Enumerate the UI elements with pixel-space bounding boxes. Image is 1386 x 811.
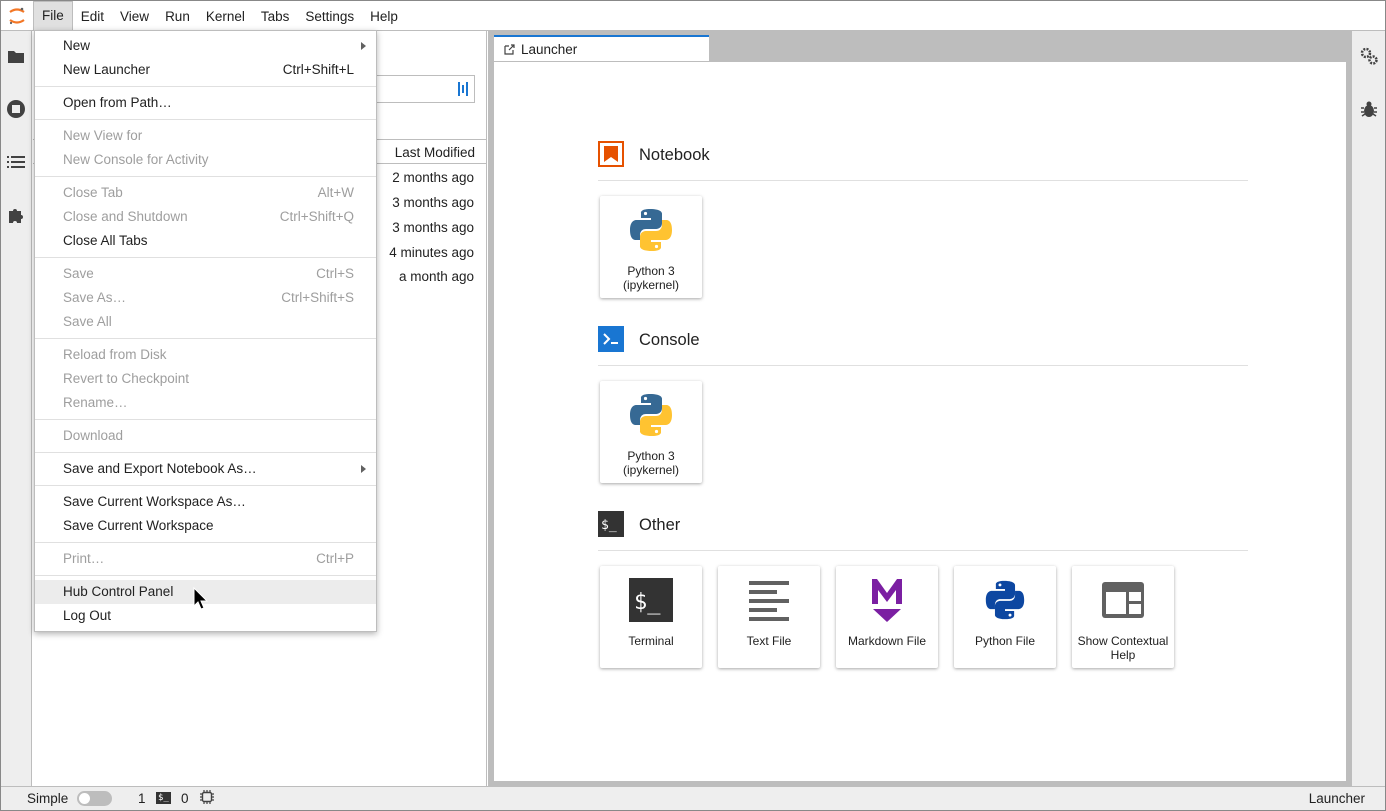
- launcher-panel: Notebook Python 3 (ipykernel) Console Py…: [494, 61, 1346, 781]
- card-label: Python 3 (ipykernel): [622, 264, 679, 292]
- section-title: Console: [639, 331, 700, 349]
- menu-item-reload-from-disk: Reload from Disk: [63, 347, 167, 362]
- gears-icon[interactable]: [1358, 45, 1380, 67]
- submenu-arrow-icon: [361, 465, 366, 473]
- menu-item-new-view: New View for: [63, 128, 143, 143]
- stop-circle-icon[interactable]: [5, 98, 27, 120]
- section-other: $_ Other: [598, 511, 1248, 551]
- section-title: Other: [639, 516, 681, 534]
- text-file-icon: [745, 576, 793, 624]
- svg-text:$_: $_: [634, 590, 661, 615]
- left-sidebar: [1, 31, 32, 786]
- main-dock-area: Launcher Notebook Python 3 (ipykernel) C…: [488, 31, 1351, 786]
- menu-item-download: Download: [63, 428, 124, 443]
- card-label: Text File: [746, 634, 792, 648]
- python-logo-icon: [627, 391, 675, 439]
- card-python3-console[interactable]: Python 3 (ipykernel): [600, 381, 702, 483]
- submenu-arrow-icon: [361, 42, 366, 50]
- contextual-help-icon: [1099, 576, 1147, 624]
- menu-run[interactable]: Run: [157, 2, 198, 30]
- svg-text:$_: $_: [601, 518, 617, 533]
- python-logo-icon: [627, 206, 675, 254]
- notebook-icon: [598, 141, 624, 167]
- card-label: Python File: [974, 634, 1036, 648]
- terminal-icon: $_: [598, 511, 624, 537]
- card-python-file[interactable]: Python File: [954, 566, 1056, 668]
- card-markdown-file[interactable]: Markdown File: [836, 566, 938, 668]
- list-icon[interactable]: [5, 151, 27, 173]
- menu-item-new[interactable]: New: [35, 34, 376, 58]
- puzzle-icon[interactable]: [5, 204, 27, 226]
- card-label: Python 3 (ipykernel): [622, 449, 679, 477]
- right-sidebar: [1351, 31, 1385, 786]
- menu-view[interactable]: View: [112, 2, 157, 30]
- file-menu-dropdown: New New Launcher Ctrl+Shift+L Open from P…: [34, 30, 377, 632]
- simple-mode-label: Simple: [27, 791, 69, 806]
- menu-settings[interactable]: Settings: [297, 2, 362, 30]
- menu-file[interactable]: File: [33, 0, 73, 31]
- menu-item-save-all: Save All: [63, 314, 112, 329]
- filter-icon: [458, 82, 468, 96]
- menu-tabs[interactable]: Tabs: [253, 2, 298, 30]
- menu-item-revert-to-checkpoint: Revert to Checkpoint: [63, 371, 190, 386]
- menu-item-save-workspace-as[interactable]: Save Current Workspace As…: [35, 490, 376, 514]
- menu-edit[interactable]: Edit: [73, 2, 112, 30]
- menu-item-save: Save Ctrl+S: [63, 266, 354, 281]
- menu-item-close-and-shutdown: Close and Shutdown Ctrl+Shift+Q: [63, 209, 354, 224]
- bug-icon[interactable]: [1358, 98, 1380, 120]
- card-label: Terminal: [628, 634, 674, 648]
- markdown-icon: [863, 576, 911, 624]
- simple-mode-toggle[interactable]: [77, 791, 112, 806]
- status-bar: Simple 1 $_ 0 Launcher: [1, 786, 1385, 810]
- launch-icon: [504, 44, 515, 55]
- tab-launcher-label: Launcher: [521, 42, 578, 57]
- menu-item-print: Print… Ctrl+P: [63, 551, 354, 566]
- menu-item-new-console: New Console for Activity: [63, 152, 209, 167]
- cpu-chip-icon[interactable]: [200, 790, 214, 807]
- menu-item-save-and-export[interactable]: Save and Export Notebook As…: [35, 457, 376, 481]
- file-filter-input[interactable]: [373, 75, 475, 103]
- column-last-modified[interactable]: Last Modified: [395, 145, 475, 160]
- terminal-count[interactable]: 0: [181, 791, 189, 806]
- card-label: Markdown File: [847, 634, 927, 648]
- terminal-badge-icon: $_: [156, 792, 171, 804]
- card-terminal[interactable]: $_ Terminal: [600, 566, 702, 668]
- card-label: Show Contextual Help: [1077, 634, 1169, 662]
- console-icon: [598, 326, 624, 352]
- menu-item-close-all-tabs[interactable]: Close All Tabs: [35, 229, 376, 253]
- status-launcher-label: Launcher: [1308, 791, 1365, 806]
- terminal-icon: $_: [627, 576, 675, 624]
- section-console: Console: [598, 326, 1248, 366]
- section-title: Notebook: [639, 146, 710, 164]
- menu-item-close-tab: Close Tab Alt+W: [63, 185, 354, 200]
- menu-item-save-as: Save As… Ctrl+Shift+S: [63, 290, 354, 305]
- menu-item-open-from-path[interactable]: Open from Path…: [35, 91, 376, 115]
- menu-item-new-launcher[interactable]: New Launcher Ctrl+Shift+L: [35, 58, 376, 82]
- card-python3-notebook[interactable]: Python 3 (ipykernel): [600, 196, 702, 298]
- kernel-count[interactable]: 1: [138, 791, 146, 806]
- menu-kernel[interactable]: Kernel: [198, 2, 253, 30]
- card-contextual-help[interactable]: Show Contextual Help: [1072, 566, 1174, 668]
- menu-help[interactable]: Help: [362, 2, 406, 30]
- jupyter-logo-icon[interactable]: [1, 1, 33, 31]
- menu-item-rename: Rename…: [63, 395, 128, 410]
- python-file-icon: [981, 576, 1029, 624]
- tab-launcher[interactable]: Launcher: [494, 35, 709, 62]
- menu-item-save-workspace[interactable]: Save Current Workspace: [35, 514, 376, 538]
- folder-icon[interactable]: [5, 45, 27, 67]
- card-text-file[interactable]: Text File: [718, 566, 820, 668]
- menu-bar: File Edit View Run Kernel Tabs Settings …: [1, 0, 1385, 31]
- mouse-cursor-icon: [193, 586, 209, 614]
- section-notebook: Notebook: [598, 141, 1248, 181]
